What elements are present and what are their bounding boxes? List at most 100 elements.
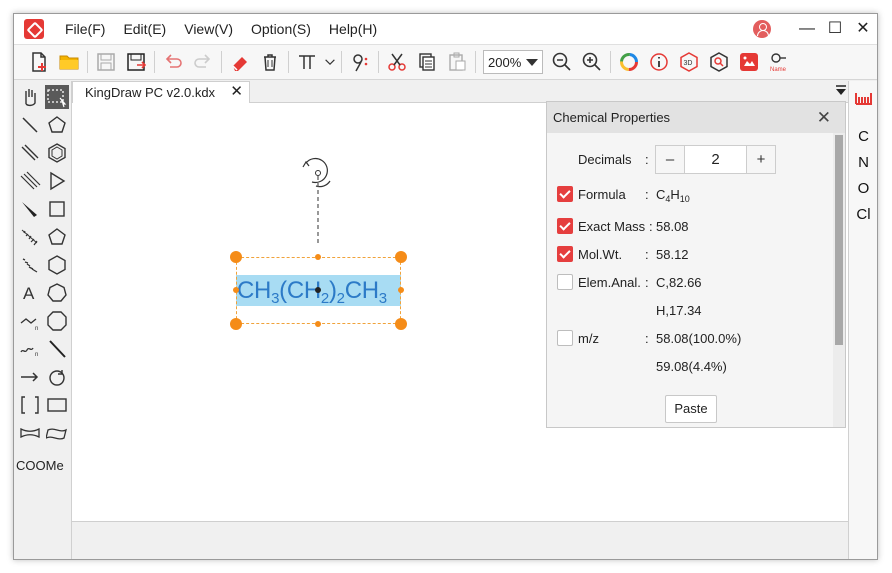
coome-label[interactable]: COOMe	[16, 458, 64, 473]
decimals-value[interactable]: 2	[684, 146, 747, 173]
menu-edit[interactable]: Edit(E)	[114, 14, 175, 44]
menu-file[interactable]: File(F)	[56, 14, 114, 44]
resize-handle-bottom-right[interactable]	[395, 318, 407, 330]
color-button[interactable]	[614, 47, 644, 77]
wedge-bond-tool[interactable]	[18, 197, 42, 221]
element-bar: C N O Cl	[848, 81, 877, 559]
orbital-tool[interactable]	[18, 421, 42, 445]
zoom-out-button[interactable]	[547, 47, 577, 77]
tab-document[interactable]: KingDraw PC v2.0.kdx ✕	[72, 81, 250, 103]
double-bond-tool[interactable]	[18, 141, 42, 165]
close-tab-icon[interactable]: ✕	[230, 82, 243, 102]
eraser-icon	[232, 57, 247, 71]
resize-handle-bottom-left[interactable]	[230, 318, 242, 330]
text-atom-tool[interactable]: A	[18, 281, 42, 305]
hand-tool[interactable]	[18, 85, 42, 109]
triangle-tool[interactable]	[45, 169, 69, 193]
exact-mass-label: Exact Mass	[578, 219, 646, 234]
open-folder-button[interactable]	[54, 47, 84, 77]
rectangle-tool[interactable]	[45, 393, 69, 417]
menu-option[interactable]: Option(S)	[242, 14, 320, 44]
select-tool[interactable]	[45, 85, 69, 109]
single-bond-icon	[22, 117, 38, 133]
scrollbar-thumb[interactable]	[835, 135, 843, 345]
paste-button[interactable]: Paste	[665, 395, 717, 423]
elem-anal-checkbox[interactable]	[557, 274, 573, 290]
resize-handle-top[interactable]	[315, 254, 321, 260]
zoom-in-button[interactable]	[577, 47, 607, 77]
heptagon-tool[interactable]	[45, 281, 69, 305]
menu-help[interactable]: Help(H)	[320, 14, 386, 44]
close-window-button[interactable]: ✕	[849, 14, 877, 44]
increment-button[interactable]: +	[747, 146, 775, 173]
image-recognition-button[interactable]	[734, 47, 764, 77]
resize-handle-right[interactable]	[398, 287, 404, 293]
tab-menu-icon[interactable]	[836, 85, 846, 97]
zoom-out-icon	[552, 52, 571, 71]
save-icon	[97, 53, 115, 71]
octagon-tool[interactable]	[45, 309, 69, 333]
panel-scrollbar[interactable]	[833, 133, 845, 427]
formula-checkbox[interactable]	[557, 186, 573, 202]
eraser-button[interactable]	[225, 47, 255, 77]
element-cl[interactable]: Cl	[849, 206, 878, 223]
maximize-button[interactable]: ☐	[821, 14, 849, 44]
resize-handle-bottom[interactable]	[315, 321, 321, 327]
delete-button[interactable]	[255, 47, 285, 77]
resize-handle-top-left[interactable]	[230, 251, 242, 263]
element-n[interactable]: N	[849, 154, 878, 171]
scissors-icon	[388, 53, 406, 71]
hash-wedge-tool[interactable]	[18, 225, 42, 249]
elem-anal-c-value: C,82.66	[656, 275, 702, 290]
name-to-structure-button[interactable]: Name	[764, 47, 794, 77]
rotate-handle-icon[interactable]	[298, 153, 338, 243]
text-dropdown-button[interactable]	[322, 47, 338, 77]
arrow-tool[interactable]	[18, 365, 42, 389]
resize-handle-left[interactable]	[233, 287, 239, 293]
benzene-tool[interactable]	[45, 141, 69, 165]
zoom-select[interactable]: 200%	[483, 50, 543, 74]
square-tool[interactable]	[45, 197, 69, 221]
mz-checkbox[interactable]	[557, 330, 573, 346]
element-o[interactable]: O	[849, 180, 878, 197]
new-file-button[interactable]	[24, 47, 54, 77]
triple-bond-tool[interactable]	[18, 169, 42, 193]
long-bond-tool[interactable]	[45, 337, 69, 361]
center-handle[interactable]	[315, 287, 321, 293]
resize-handle-top-right[interactable]	[395, 251, 407, 263]
bracket-tool[interactable]	[18, 393, 42, 417]
redo-button[interactable]	[188, 47, 218, 77]
wave-shape-tool[interactable]	[45, 421, 69, 445]
user-account-icon[interactable]	[753, 20, 771, 38]
info-button[interactable]	[644, 47, 674, 77]
element-c[interactable]: C	[849, 128, 878, 145]
hashed-bond-tool[interactable]	[18, 253, 42, 277]
close-panel-icon[interactable]: ✕	[817, 102, 831, 133]
minimize-button[interactable]: —	[793, 14, 821, 44]
hexagon-tool[interactable]	[45, 253, 69, 277]
save-as-button[interactable]	[121, 47, 151, 77]
menu-view[interactable]: View(V)	[175, 14, 242, 44]
exact-mass-checkbox[interactable]	[557, 218, 573, 234]
undo-button[interactable]	[158, 47, 188, 77]
cut-button[interactable]	[382, 47, 412, 77]
decrement-button[interactable]: –	[656, 146, 684, 173]
search-structure-button[interactable]	[704, 47, 734, 77]
save-button[interactable]	[91, 47, 121, 77]
letter-a-icon: A	[23, 284, 35, 303]
3d-view-button[interactable]: 3D	[674, 47, 704, 77]
toolbar-separator	[288, 51, 289, 73]
info-icon	[650, 53, 668, 71]
curve-chain-tool[interactable]: n	[18, 337, 42, 361]
chain-tool-button[interactable]	[345, 47, 375, 77]
single-bond-tool[interactable]	[18, 113, 42, 137]
mol-wt-checkbox[interactable]	[557, 246, 573, 262]
pentagon-ring-tool[interactable]	[45, 225, 69, 249]
chain-draw-tool[interactable]: n	[18, 309, 42, 333]
text-tool-button[interactable]	[292, 47, 322, 77]
periodic-table-icon[interactable]	[855, 91, 873, 105]
paste-toolbar-button[interactable]	[442, 47, 472, 77]
pentagon-tool[interactable]	[45, 113, 69, 137]
circle-arrow-tool[interactable]	[45, 365, 69, 389]
copy-button[interactable]	[412, 47, 442, 77]
